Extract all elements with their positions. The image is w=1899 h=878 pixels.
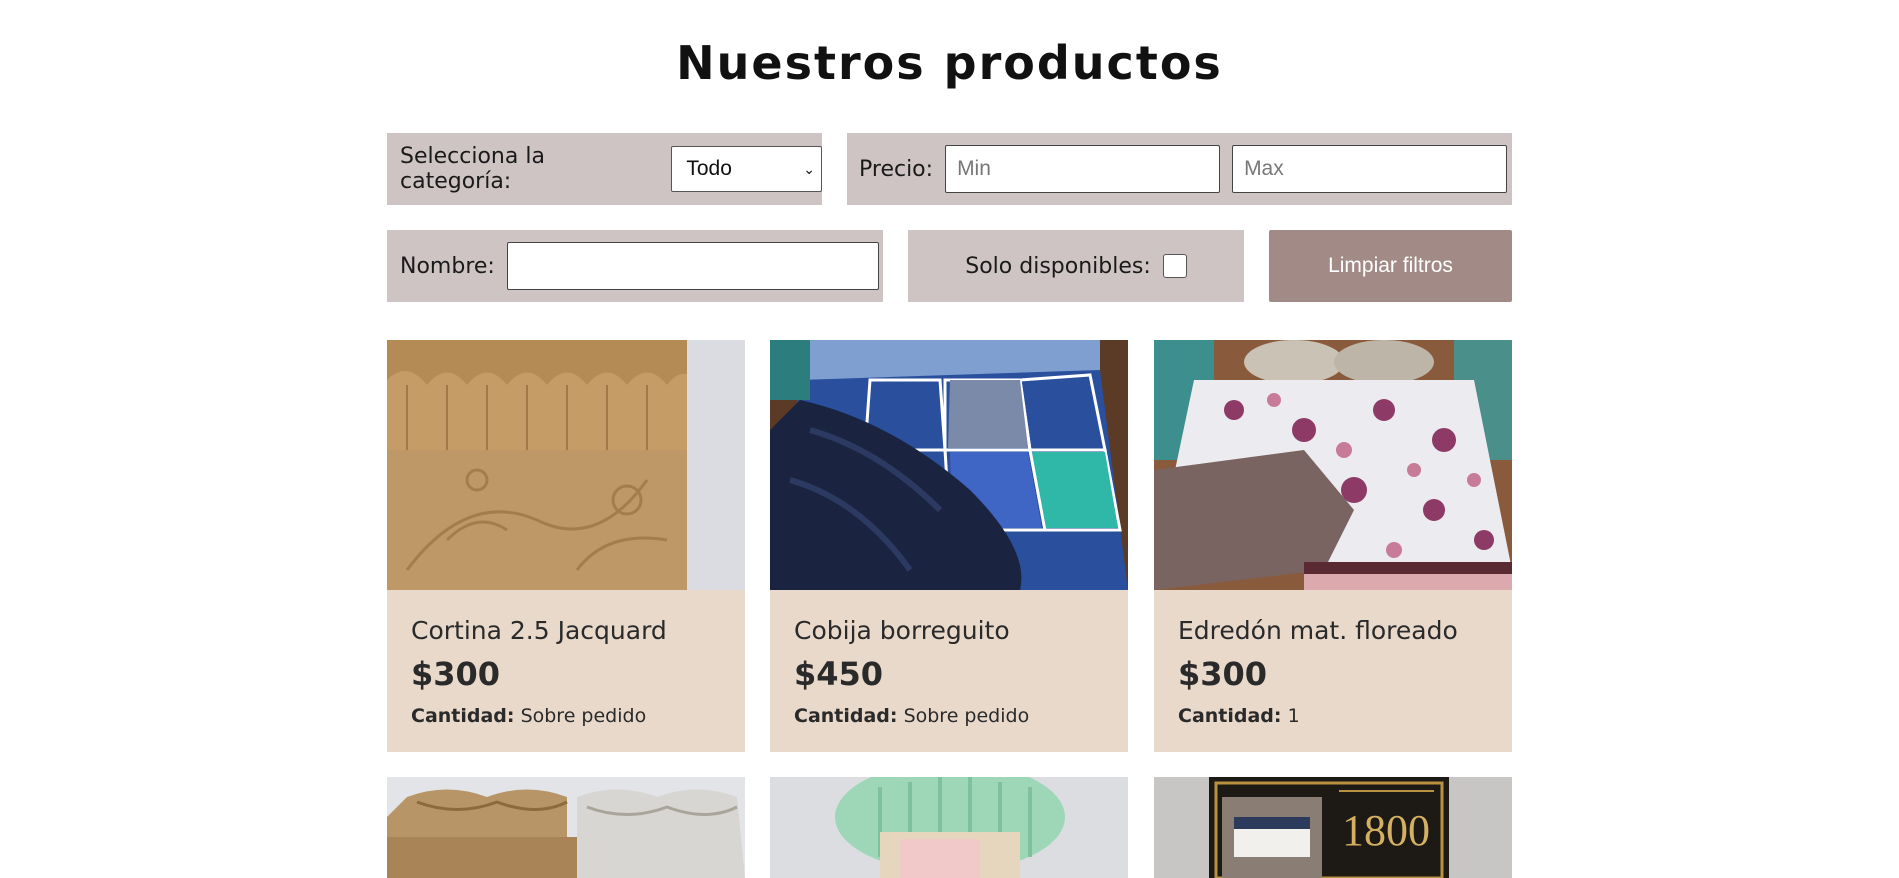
product-card[interactable]: Edredón mat. floreado $300 Cantidad: 1 bbox=[1154, 340, 1512, 752]
product-image: 1800 bbox=[1154, 777, 1512, 878]
price-label: Precio: bbox=[859, 156, 934, 182]
price-filter: Precio: Min Max bbox=[847, 133, 1512, 205]
product-price: $300 bbox=[1178, 655, 1268, 693]
chevron-down-icon: ⌄ bbox=[803, 160, 815, 177]
product-image bbox=[387, 340, 745, 590]
product-card[interactable]: Cortina 2.5 Jacquard $300 Cantidad: Sobr… bbox=[387, 340, 745, 752]
available-checkbox[interactable] bbox=[1162, 254, 1187, 278]
available-label: Solo disponibles: bbox=[965, 253, 1151, 279]
name-input[interactable] bbox=[506, 242, 879, 290]
clear-filters-button[interactable]: Limpiar filtros bbox=[1269, 230, 1512, 302]
quantity-label: Cantidad: bbox=[411, 705, 515, 727]
product-image bbox=[387, 777, 745, 878]
product-quantity: Cantidad: Sobre pedido bbox=[411, 705, 721, 727]
name-label: Nombre: bbox=[400, 253, 495, 279]
quantity-value: Sobre pedido bbox=[520, 705, 647, 727]
name-filter: Nombre: bbox=[387, 230, 883, 302]
product-quantity: Cantidad: Sobre pedido bbox=[794, 705, 1104, 727]
category-select[interactable]: Todo ⌄ bbox=[671, 146, 822, 192]
product-card[interactable]: Cobija borreguito $450 Cantidad: Sobre p… bbox=[770, 340, 1128, 752]
product-name: Edredón mat. floreado bbox=[1178, 616, 1458, 645]
quantity-value: Sobre pedido bbox=[903, 705, 1030, 727]
product-quantity: Cantidad: 1 bbox=[1178, 705, 1488, 727]
product-image-text: 1800 bbox=[1342, 806, 1430, 855]
price-max-input[interactable]: Max bbox=[1232, 145, 1508, 193]
category-label: Selecciona la categoría: bbox=[400, 144, 545, 194]
availability-filter: Solo disponibles: bbox=[908, 230, 1244, 302]
quantity-label: Cantidad: bbox=[1178, 705, 1282, 727]
product-card[interactable] bbox=[387, 777, 745, 878]
product-image bbox=[1154, 340, 1512, 590]
page: Nuestros productos Selecciona la categor… bbox=[0, 0, 1899, 878]
price-min-input[interactable]: Min bbox=[945, 145, 1221, 193]
category-select-value: Todo bbox=[686, 157, 732, 180]
product-card[interactable]: 1800 bbox=[1154, 777, 1512, 878]
product-image bbox=[770, 340, 1128, 590]
page-title: Nuestros productos bbox=[676, 36, 1223, 90]
quantity-label: Cantidad: bbox=[794, 705, 898, 727]
product-name: Cortina 2.5 Jacquard bbox=[411, 616, 667, 645]
product-price: $300 bbox=[411, 655, 501, 693]
quantity-value: 1 bbox=[1287, 705, 1300, 727]
product-price: $450 bbox=[794, 655, 884, 693]
product-image bbox=[770, 777, 1128, 878]
category-filter: Selecciona la categoría: Todo ⌄ bbox=[387, 133, 822, 205]
product-card[interactable] bbox=[770, 777, 1128, 878]
product-name: Cobija borreguito bbox=[794, 616, 1010, 645]
